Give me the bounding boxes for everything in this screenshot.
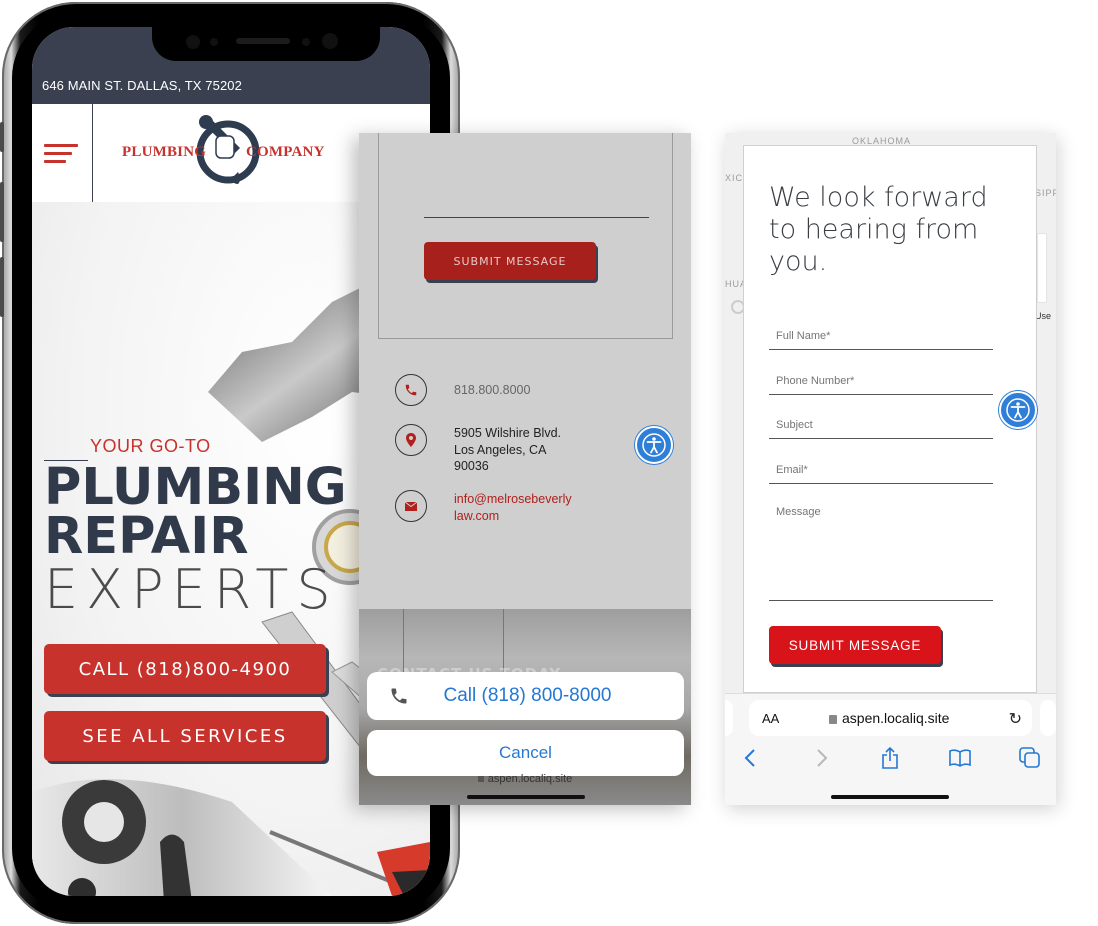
menu-line xyxy=(44,160,66,163)
logo-text-right: COMPANY xyxy=(246,144,325,160)
message-input[interactable] xyxy=(769,506,993,596)
home-indicator[interactable] xyxy=(831,795,949,799)
phone-handset-icon xyxy=(391,688,407,704)
camera-dot xyxy=(186,35,200,49)
sensor-dot xyxy=(302,38,310,46)
front-camera xyxy=(322,33,338,49)
contact-address: 5905 Wilshire Blvd. Los Angeles, CA 9003… xyxy=(454,425,561,475)
map-label-right-top: SIPP xyxy=(1035,188,1056,198)
phone-number-field[interactable] xyxy=(769,369,993,395)
lock-icon xyxy=(829,715,837,724)
safari-toolbar: AA aspen.localiq.site ↻ xyxy=(725,693,1056,805)
hero-eyebrow: YOUR GO-TO xyxy=(90,436,211,456)
subject-input[interactable] xyxy=(769,419,993,431)
form-title: We look forward to hearing from you. xyxy=(769,182,988,277)
home-indicator[interactable] xyxy=(467,795,585,799)
sensor-dot xyxy=(210,38,218,46)
contact-form-box: SUBMIT MESSAGE xyxy=(378,133,673,339)
accessibility-icon xyxy=(1006,398,1030,422)
accessibility-button[interactable] xyxy=(635,426,673,464)
email-line1: info@melrosebeverly xyxy=(454,492,572,506)
contact-screen-screenshot: SUBMIT MESSAGE 818.800.8000 5905 Wilshir… xyxy=(359,133,691,805)
phone-icon xyxy=(395,374,427,406)
text-size-button[interactable]: AA xyxy=(762,711,779,726)
see-all-services-button[interactable]: SEE ALL SERVICES xyxy=(44,711,326,761)
company-logo[interactable]: PLUMBING COMPANY xyxy=(122,114,342,194)
submit-message-button[interactable]: SUBMIT MESSAGE xyxy=(424,242,596,280)
share-icon[interactable] xyxy=(878,746,902,770)
envelope-icon xyxy=(395,490,427,522)
bookmarks-icon[interactable] xyxy=(948,746,972,770)
url-display: aspen.localiq.site xyxy=(829,710,949,726)
mid-url: aspen.localiq.site xyxy=(487,773,573,785)
phone-volume-down xyxy=(0,257,4,317)
map-label-right-bottom: Use xyxy=(1035,311,1052,321)
full-name-field[interactable] xyxy=(769,324,993,350)
hero-heading-line3: EXPERTS xyxy=(44,558,339,621)
call-now-button[interactable]: CALL (818)800-4900 xyxy=(44,644,326,694)
map-zoom-control[interactable] xyxy=(1037,233,1047,303)
message-field[interactable] xyxy=(769,506,993,601)
contact-phone: 818.800.8000 xyxy=(454,383,531,397)
mid-url-text: aspen.localiq.site xyxy=(359,773,691,785)
logo-text-left: PLUMBING xyxy=(122,144,207,160)
email-input[interactable] xyxy=(769,464,993,476)
back-icon[interactable] xyxy=(738,746,762,770)
menu-line xyxy=(44,152,72,155)
business-address: 646 MAIN ST. DALLAS, TX 75202 xyxy=(42,78,242,93)
subject-field[interactable] xyxy=(769,413,993,439)
lock-icon xyxy=(477,776,484,782)
email-field[interactable] xyxy=(769,458,993,484)
accessibility-icon xyxy=(642,433,666,457)
forward-icon[interactable] xyxy=(810,746,834,770)
contact-form-card: We look forward to hearing from you. SUB… xyxy=(743,145,1037,693)
contact-phone-row[interactable]: 818.800.8000 xyxy=(395,374,530,406)
accessibility-button[interactable] xyxy=(999,391,1037,429)
full-name-input[interactable] xyxy=(769,330,993,342)
phone-number-input[interactable] xyxy=(769,375,993,387)
speaker-grille xyxy=(236,38,290,44)
address-bar[interactable]: AA aspen.localiq.site ↻ xyxy=(749,700,1032,736)
phone-notch xyxy=(152,27,380,61)
call-action-button[interactable]: Call (818) 800-8000 xyxy=(367,672,684,720)
email-line2: law.com xyxy=(454,508,500,523)
address-line2: Los Angeles, CA xyxy=(454,442,547,457)
contact-address-row[interactable]: 5905 Wilshire Blvd. Los Angeles, CA 9003… xyxy=(395,424,561,475)
location-pin-icon xyxy=(395,424,427,456)
cancel-action-button[interactable]: Cancel xyxy=(367,730,684,776)
contact-email: info@melrosebeverly law.com xyxy=(454,491,572,524)
prev-tab-preview[interactable] xyxy=(725,700,733,736)
phone-silent-switch xyxy=(0,122,4,152)
address-line1: 5905 Wilshire Blvd. xyxy=(454,426,561,440)
submit-message-button[interactable]: SUBMIT MESSAGE xyxy=(769,626,941,664)
url-text: aspen.localiq.site xyxy=(842,710,950,726)
reload-icon[interactable]: ↻ xyxy=(1009,709,1022,728)
contact-email-row[interactable]: info@melrosebeverly law.com xyxy=(395,490,572,524)
hamburger-menu-button[interactable] xyxy=(44,144,78,166)
tabs-icon[interactable] xyxy=(1018,746,1042,770)
call-action-label: Call (818) 800-8000 xyxy=(443,685,612,706)
menu-line xyxy=(44,144,78,147)
contact-form-screenshot: OKLAHOMA XICO HUA SIPP Use We look forwa… xyxy=(725,133,1056,805)
header-divider xyxy=(92,104,93,202)
phone-volume-up xyxy=(0,182,4,242)
message-field-underline xyxy=(424,217,649,218)
address-line3: 90036 xyxy=(454,459,489,473)
next-tab-preview[interactable] xyxy=(1040,700,1056,736)
